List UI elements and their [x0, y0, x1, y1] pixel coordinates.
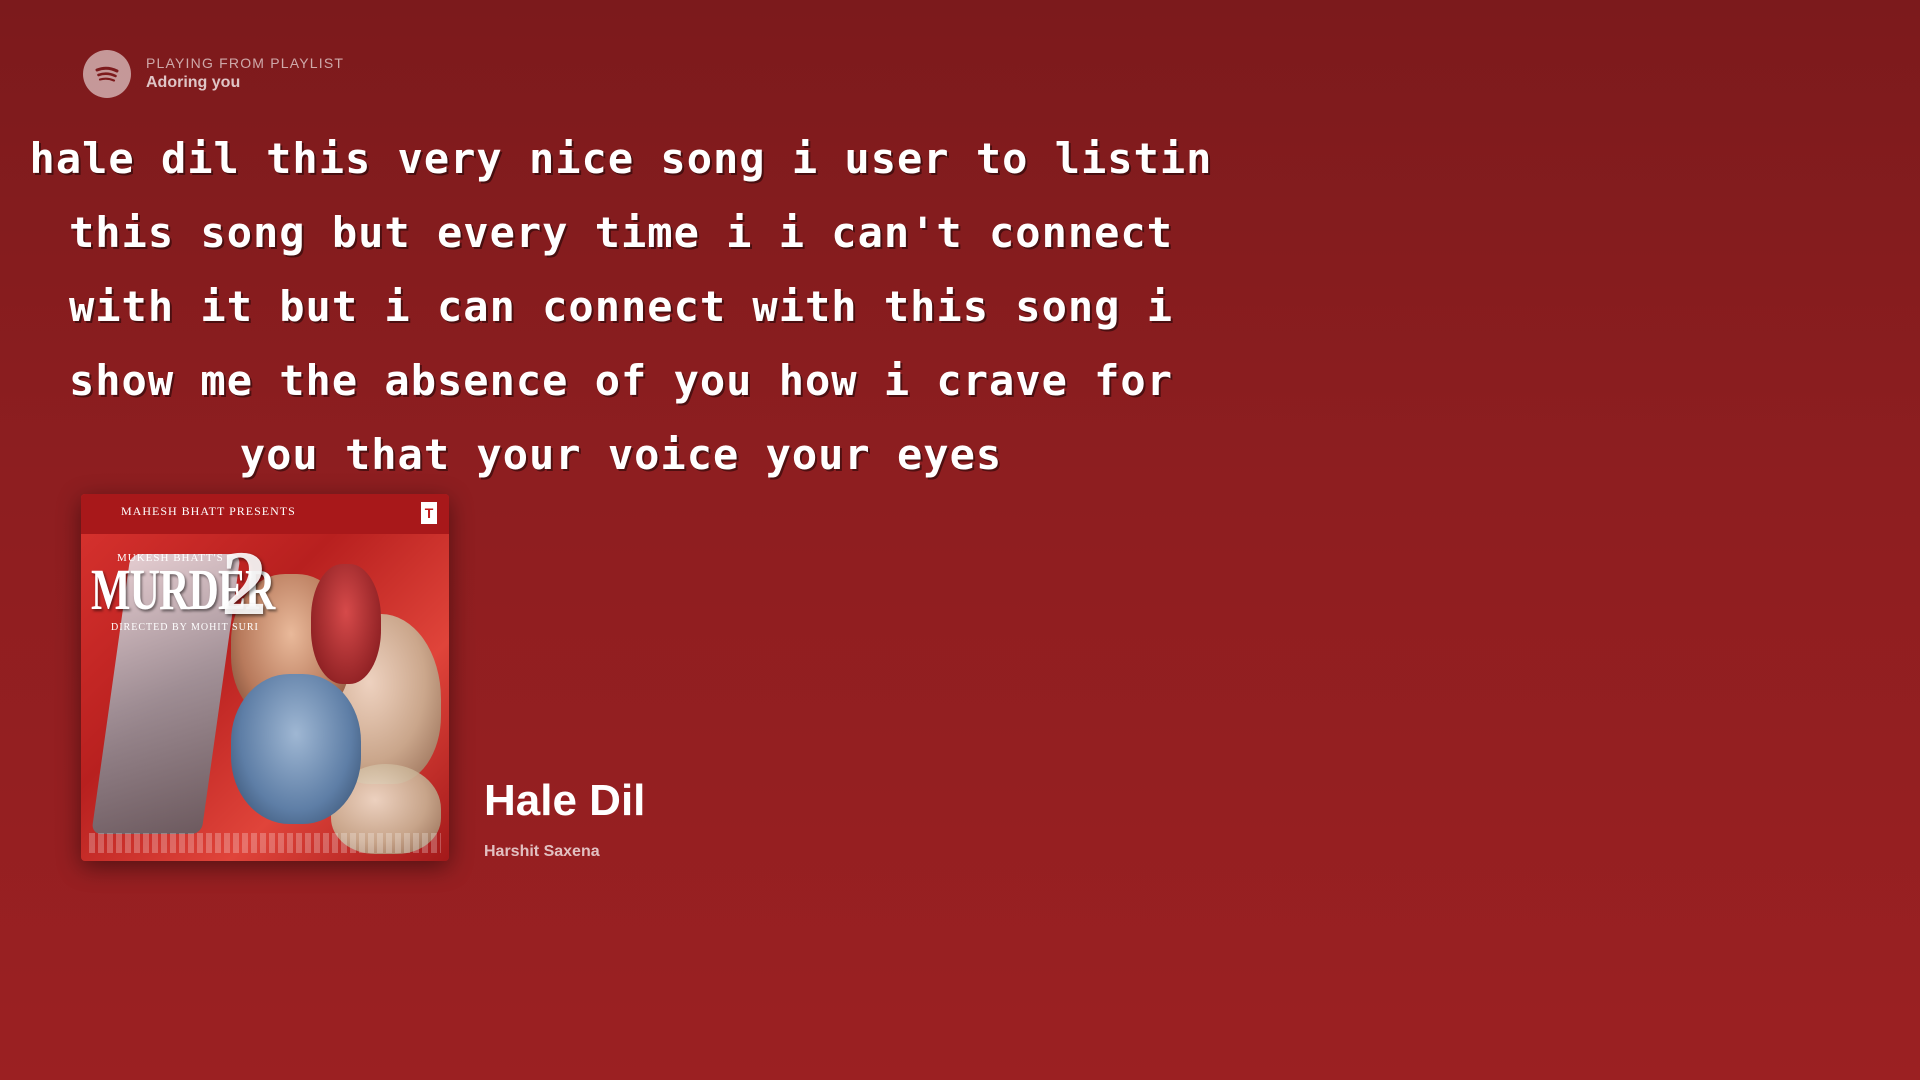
track-title[interactable]: Hale Dil: [484, 776, 645, 826]
album-art-director: DIRECTED BY MOHIT SURI: [111, 622, 259, 633]
album-art-number: 2: [221, 532, 267, 634]
track-artist[interactable]: Harshit Saxena: [484, 843, 600, 861]
playlist-info: PLAYING FROM PLAYLIST Adoring you: [146, 55, 344, 93]
lyrics-text: hale dil this very nice song i user to l…: [29, 134, 1213, 479]
album-art-credits: [89, 833, 441, 853]
t-series-logo: T: [421, 502, 437, 524]
album-art-figure: [311, 564, 381, 684]
spotify-icon[interactable]: [83, 50, 131, 98]
playing-from-header: PLAYING FROM PLAYLIST Adoring you: [83, 50, 344, 98]
album-art: MAHESH BHATT PRESENTS MUKESH BHATT'S MUR…: [81, 494, 449, 861]
playlist-name[interactable]: Adoring you: [146, 73, 344, 93]
playing-from-label: PLAYING FROM PLAYLIST: [146, 55, 345, 72]
album-art-figure: [231, 674, 361, 824]
album-art-presents: MAHESH BHATT PRESENTS: [121, 504, 296, 518]
